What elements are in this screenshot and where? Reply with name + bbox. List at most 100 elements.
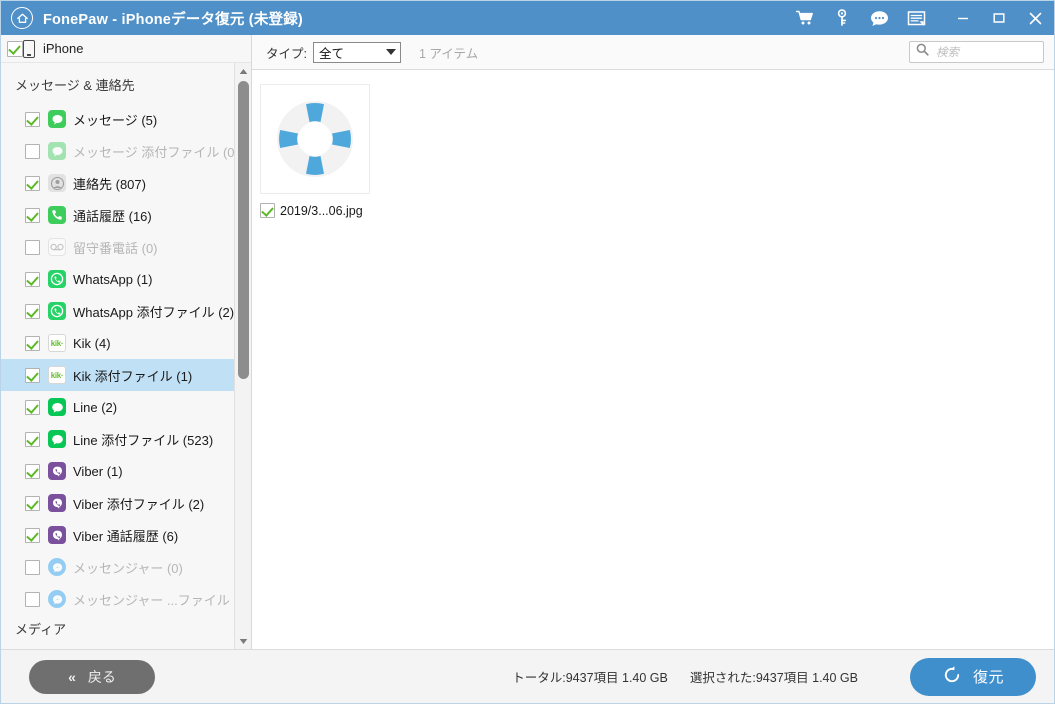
item-checkbox[interactable] [25, 335, 40, 351]
sidebar-item-label: Line (2) [73, 399, 118, 415]
chevron-left-icon: « [68, 668, 76, 685]
sidebar-item-line-attachments[interactable]: Line 添付ファイル (523) [1, 423, 251, 455]
sidebar-item-label: メッセンジャー ...ファイル (0) [73, 592, 250, 608]
item-checkbox[interactable] [25, 239, 40, 255]
maximize-button[interactable] [988, 7, 1010, 29]
sidebar-item-kik-attachments[interactable]: kik· Kik 添付ファイル (1) [1, 359, 251, 391]
sidebar-item-messages[interactable]: メッセージ (5) [1, 103, 251, 135]
messenger-icon [48, 558, 66, 576]
restore-button-label: 復元 [972, 669, 1004, 686]
sidebar-item-whatsapp-attachments[interactable]: WhatsApp 添付ファイル (2) [1, 295, 251, 327]
item-checkbox[interactable] [25, 271, 40, 287]
sidebar-item-viber-call-history[interactable]: Viber 通話履歴 (6) [1, 519, 251, 551]
sidebar-item-viber[interactable]: Viber (1) [1, 455, 251, 487]
sidebar-group-title-messages: メッセージ & 連絡先 [15, 78, 135, 93]
phone-icon [23, 39, 35, 58]
restore-button[interactable]: 復元 [910, 657, 1036, 696]
chat-icon[interactable] [869, 8, 889, 28]
sidebar-item-label: 留守番電話 (0) [73, 240, 158, 256]
restore-icon [942, 665, 962, 689]
voicemail-icon [48, 238, 66, 256]
scroll-up-button[interactable] [235, 63, 252, 79]
sidebar-item-label: 通話履歴 (16) [73, 208, 152, 224]
device-checkbox[interactable] [7, 40, 23, 57]
sidebar-item-label: メッセンジャー (0) [73, 560, 183, 576]
close-button[interactable] [1024, 7, 1046, 29]
content-toolbar: タイプ: 全て 1 アイテム 検索 [252, 35, 1054, 70]
search-field[interactable]: 検索 [909, 41, 1044, 63]
title-bar: FonePaw - iPhoneデータ復元 (未登録) [1, 1, 1054, 35]
content-panel: タイプ: 全て 1 アイテム 検索 2019/3...06.jpg [252, 35, 1054, 649]
home-icon[interactable] [11, 7, 33, 29]
file-name: 2019/3...06.jpg [280, 203, 363, 218]
sidebar-item-whatsapp[interactable]: WhatsApp (1) [1, 263, 251, 295]
search-icon [916, 43, 929, 61]
sidebar-item-label: メッセージ (5) [73, 112, 158, 128]
line-icon [48, 430, 66, 448]
sidebar-item-voicemail[interactable]: 留守番電話 (0) [1, 231, 251, 263]
item-checkbox[interactable] [25, 463, 40, 479]
back-button-label: 戻る [87, 668, 116, 685]
whatsapp-icon [48, 302, 66, 320]
search-placeholder: 検索 [936, 47, 959, 59]
sidebar-item-label: Line 添付ファイル (523) [73, 432, 214, 448]
page-title: FonePaw - iPhoneデータ復元 (未登録) [43, 11, 303, 28]
item-checkbox[interactable] [25, 495, 40, 511]
whatsapp-icon [48, 270, 66, 288]
contacts-icon [48, 174, 66, 192]
sidebar-item-messenger-attachments[interactable]: メッセンジャー ...ファイル (0) [1, 583, 251, 615]
sidebar-item-message-attachments[interactable]: メッセージ 添付ファイル (0) [1, 135, 251, 167]
file-checkbox[interactable] [260, 203, 275, 218]
kik-icon: kik· [48, 366, 66, 384]
item-checkbox[interactable] [25, 431, 40, 447]
file-grid: 2019/3...06.jpg [252, 70, 1054, 649]
item-checkbox[interactable] [25, 527, 40, 543]
device-label: iPhone [43, 41, 84, 56]
viber-icon [48, 494, 66, 512]
sidebar-item-label: メッセージ 添付ファイル (0) [73, 144, 239, 160]
sidebar-item-line[interactable]: Line (2) [1, 391, 251, 423]
sidebar-item-label: 連絡先 (807) [73, 176, 146, 192]
scroll-down-button[interactable] [235, 633, 252, 649]
footer-stats: トータル:9437項目 1.40 GB 選択された:9437項目 1.40 GB [512, 667, 858, 686]
sidebar: iPhone メッセージ & 連絡先 メッセージ (5) メッセージ 添付ファイ… [1, 35, 252, 649]
sidebar-item-contacts[interactable]: 連絡先 (807) [1, 167, 251, 199]
item-checkbox[interactable] [25, 143, 40, 159]
selected-items-label: 選択された:9437項目 1.40 GB [689, 671, 858, 685]
kik-icon: kik· [48, 334, 66, 352]
minimize-button[interactable] [952, 7, 974, 29]
type-filter-select[interactable]: 全て [312, 41, 401, 63]
scrollbar-track[interactable] [235, 79, 252, 633]
item-checkbox[interactable] [25, 175, 40, 191]
sidebar-item-viber-attachments[interactable]: Viber 添付ファイル (2) [1, 487, 251, 519]
sidebar-item-label: WhatsApp (1) [73, 271, 153, 287]
menu-icon[interactable] [906, 8, 926, 28]
item-checkbox[interactable] [25, 111, 40, 127]
file-tile[interactable]: 2019/3...06.jpg [260, 84, 372, 218]
sidebar-item-label: Viber 通話履歴 (6) [73, 528, 179, 544]
key-icon[interactable] [832, 8, 852, 28]
total-items-label: トータル:9437項目 1.40 GB [512, 671, 668, 685]
sidebar-device-row[interactable]: iPhone [1, 35, 251, 63]
sidebar-item-messenger[interactable]: メッセンジャー (0) [1, 551, 251, 583]
main-body: iPhone メッセージ & 連絡先 メッセージ (5) メッセージ 添付ファイ… [1, 35, 1054, 649]
sidebar-item-call-history[interactable]: 通話履歴 (16) [1, 199, 251, 231]
back-button[interactable]: « 戻る [29, 659, 155, 694]
sidebar-item-label: Viber 添付ファイル (2) [73, 496, 205, 512]
item-checkbox[interactable] [25, 303, 40, 319]
item-checkbox[interactable] [25, 367, 40, 383]
chevron-down-icon [385, 49, 396, 55]
message-icon [48, 110, 66, 128]
cart-icon[interactable] [795, 8, 815, 28]
sidebar-item-kik[interactable]: kik· Kik (4) [1, 327, 251, 359]
item-checkbox[interactable] [25, 399, 40, 415]
scrollbar-thumb[interactable] [238, 81, 249, 379]
sidebar-scrollbar[interactable] [234, 63, 251, 649]
item-checkbox[interactable] [25, 559, 40, 575]
application-window: FonePaw - iPhoneデータ復元 (未登録) iPhone メッセージ… [0, 0, 1055, 704]
item-checkbox[interactable] [25, 591, 40, 607]
file-thumbnail[interactable] [260, 84, 370, 194]
item-checkbox[interactable] [25, 207, 40, 223]
sidebar-group-title-media: メディア [15, 622, 67, 637]
loading-spinner-icon [277, 101, 353, 177]
